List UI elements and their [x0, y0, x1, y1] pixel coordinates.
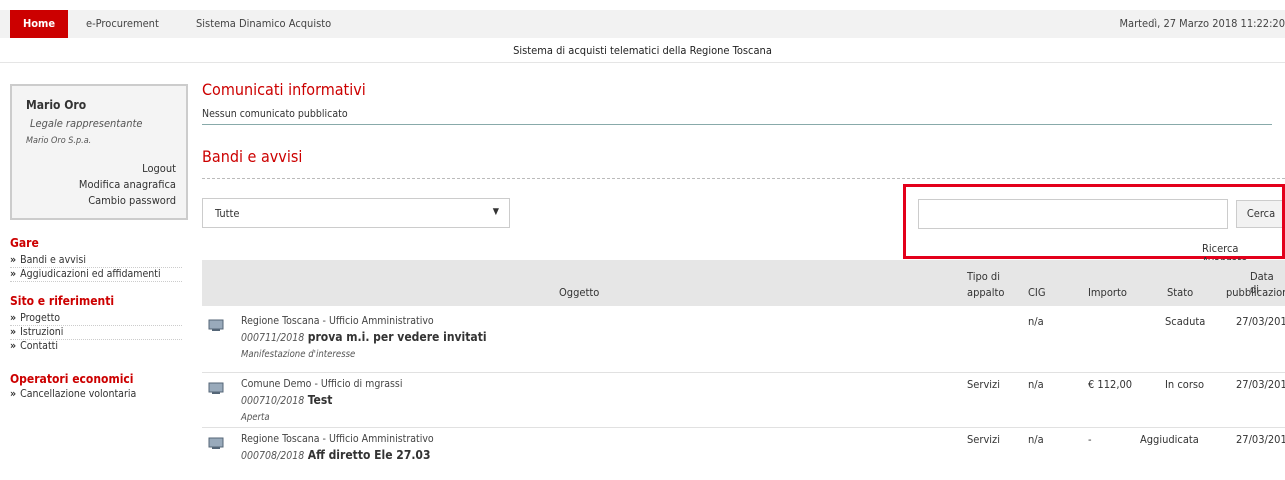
row-tipo: Servizi [967, 433, 1000, 446]
comunicati-heading: Comunicati informativi [202, 80, 366, 99]
sidebar-item-label: Istruzioni [20, 326, 64, 338]
row-ente: Comune Demo - Ufficio di mgrassi [241, 378, 403, 390]
user-name: Mario Oro [26, 98, 87, 112]
row-number: 000710/2018 [241, 395, 305, 407]
chevron-right-icon: » [10, 312, 17, 324]
sidebar-item-bandi-avvisi[interactable]: » Bandi e avvisi [10, 254, 182, 268]
divider [202, 124, 1272, 125]
sidebar-item-contatti[interactable]: » Contatti [10, 340, 182, 353]
table-row[interactable]: Regione Toscana - Ufficio Amministrativo… [202, 310, 1285, 373]
table-row[interactable]: Comune Demo - Ufficio di mgrassi 000710/… [202, 373, 1285, 428]
row-stato: In corso [1165, 378, 1205, 391]
monitor-icon [208, 319, 224, 331]
user-role: Legale rappresentante [30, 117, 143, 130]
row-cig: n/a [1028, 315, 1044, 328]
site-subtitle: Sistema di acquisti telematici della Reg… [513, 44, 772, 57]
row-data: 27/03/2018 [1236, 433, 1285, 446]
chevron-right-icon: » [10, 326, 17, 338]
filter-selected-value: Tutte [215, 207, 240, 220]
status-filter-select[interactable]: Tutte ▼ [202, 198, 510, 228]
row-oggetto: prova m.i. per vedere invitati [307, 330, 487, 344]
nav-home[interactable]: Home [10, 10, 68, 38]
sidebar-section-operatori: Operatori economici [10, 372, 134, 386]
row-stato: Aggiudicata [1140, 433, 1199, 446]
col-stato: Stato [1167, 286, 1194, 299]
chevron-right-icon: » [10, 340, 17, 352]
row-procedura: Aperta [241, 412, 270, 423]
row-cig: n/a [1028, 378, 1044, 391]
sidebar-item-istruzioni[interactable]: » Istruzioni [10, 326, 182, 340]
nav-eprocurement[interactable]: e-Procurement [86, 10, 159, 38]
bandi-heading: Bandi e avvisi [202, 147, 303, 166]
top-nav-bar: Home e-Procurement Sistema Dinamico Acqu… [0, 10, 1285, 38]
user-company: Mario Oro S.p.a. [26, 136, 92, 146]
chevron-right-icon: » [10, 254, 17, 266]
divider [202, 178, 1285, 179]
row-stato: Scaduta [1165, 315, 1206, 328]
current-date: Martedì, 27 Marzo 2018 11:22:20 [1119, 17, 1285, 30]
col-cig: CIG [1028, 286, 1046, 299]
row-data: 27/03/2018 [1236, 315, 1285, 328]
divider [0, 62, 1285, 63]
sidebar-item-cancellazione[interactable]: » Cancellazione volontaria [10, 388, 182, 401]
sidebar-item-label: Contatti [20, 340, 58, 352]
row-title[interactable]: 000711/2018 prova m.i. per vedere invita… [241, 330, 487, 344]
change-password-link[interactable]: Cambio password [88, 194, 176, 207]
row-procedura: Manifestazione d'interesse [241, 349, 356, 360]
row-title[interactable]: 000710/2018 Test [241, 393, 332, 407]
sidebar-section-sito: Sito e riferimenti [10, 294, 115, 308]
row-number: 000711/2018 [241, 332, 305, 344]
col-importo: Importo [1088, 286, 1127, 299]
chevron-right-icon: » [10, 268, 17, 280]
table-header: Oggetto Tipo di appalto CIG Importo Stat… [202, 260, 1285, 306]
sidebar-item-aggiudicazioni[interactable]: » Aggiudicazioni ed affidamenti [10, 268, 182, 282]
row-title[interactable]: 000708/2018 Aff diretto Ele 27.03 [241, 448, 430, 462]
comunicati-empty-text: Nessun comunicato pubblicato [202, 108, 348, 120]
logout-link[interactable]: Logout [142, 162, 176, 175]
edit-profile-link[interactable]: Modifica anagrafica [79, 178, 176, 191]
col-oggetto: Oggetto [559, 286, 600, 299]
row-oggetto: Aff diretto Ele 27.03 [307, 448, 431, 462]
sidebar-item-label: Bandi e avvisi [20, 254, 86, 266]
row-oggetto: Test [307, 393, 333, 407]
row-ente: Regione Toscana - Ufficio Amministrativo [241, 433, 434, 445]
row-number: 000708/2018 [241, 450, 305, 462]
sidebar-item-progetto[interactable]: » Progetto [10, 312, 182, 326]
row-importo: € 112,00 [1088, 378, 1133, 391]
sidebar-section-gare: Gare [10, 236, 39, 250]
row-ente: Regione Toscana - Ufficio Amministrativo [241, 315, 434, 327]
col-data-line2: pubblicazione [1226, 286, 1285, 299]
chevron-right-icon: » [10, 388, 17, 400]
dropdown-arrow-icon: ▼ [492, 207, 499, 217]
nav-sistema-dinamico-acquisto[interactable]: Sistema Dinamico Acquisto [196, 10, 331, 38]
table-row[interactable]: Regione Toscana - Ufficio Amministrativo… [202, 428, 1285, 480]
sidebar-item-label: Progetto [20, 312, 61, 324]
col-tipo-line2: appalto [967, 286, 1005, 299]
monitor-icon [208, 382, 224, 394]
monitor-icon [208, 437, 224, 449]
user-panel: Mario Oro Legale rappresentante Mario Or… [10, 84, 188, 220]
col-tipo-line1: Tipo di [967, 270, 1000, 283]
row-importo: - [1088, 433, 1092, 446]
row-data: 27/03/2018 [1236, 378, 1285, 391]
sidebar-item-label: Cancellazione volontaria [20, 388, 137, 400]
sidebar-item-label: Aggiudicazioni ed affidamenti [20, 268, 161, 280]
row-tipo: Servizi [967, 378, 1000, 391]
row-cig: n/a [1028, 433, 1044, 446]
